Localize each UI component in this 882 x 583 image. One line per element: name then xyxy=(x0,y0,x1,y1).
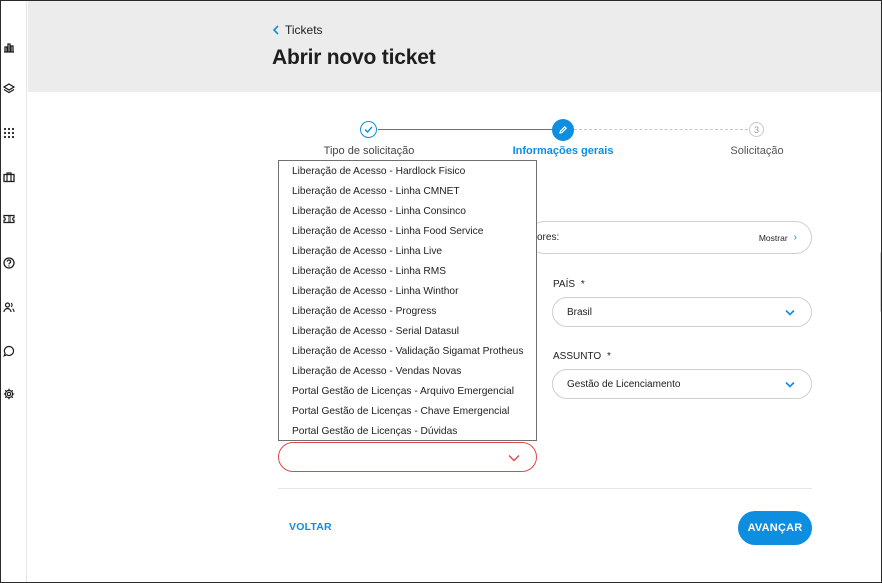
country-label: PAÍS * xyxy=(553,279,585,290)
main-content: 3 Tipo de solicitação Informações gerais… xyxy=(28,92,881,582)
show-button[interactable]: Mostrar › xyxy=(759,232,797,243)
dropdown-list: Liberação de Acesso - Hardlock Fisico Li… xyxy=(278,160,537,441)
stepper-line-pending xyxy=(574,129,748,130)
country-label-text: PAÍS xyxy=(553,279,576,290)
chevron-down-icon xyxy=(785,309,795,316)
step-1-label: Tipo de solicitação xyxy=(323,145,415,157)
breadcrumb-label: Tickets xyxy=(285,23,323,37)
check-icon xyxy=(364,126,373,133)
dropdown-option[interactable]: Liberação de Acesso - Linha RMS xyxy=(292,266,446,277)
dropdown-option[interactable]: Liberação de Acesso - Progress xyxy=(292,306,436,317)
ticket-icon[interactable] xyxy=(2,212,16,226)
step-2-label: Informações gerais xyxy=(512,145,614,157)
chevron-down-icon xyxy=(508,455,520,462)
dropdown-option[interactable]: Portal Gestão de Licenças - Dúvidas xyxy=(292,426,457,437)
dashboard-icon[interactable] xyxy=(2,40,16,54)
step-3-circle[interactable]: 3 xyxy=(749,122,764,137)
info-pill-text: ores: xyxy=(537,232,560,243)
chevron-down-icon xyxy=(785,381,795,388)
subject-label: ASSUNTO * xyxy=(553,351,611,362)
dropdown-option[interactable]: Liberação de Acesso - Validação Sigamat … xyxy=(292,346,523,357)
country-value: Brasil xyxy=(567,307,593,318)
dropdown-option[interactable]: Liberação de Acesso - Linha CMNET xyxy=(292,186,460,197)
users-icon[interactable] xyxy=(2,300,16,314)
required-select[interactable] xyxy=(278,442,537,472)
dropdown-option[interactable]: Liberação de Acesso - Hardlock Fisico xyxy=(292,166,465,177)
page-header: Tickets Abrir novo ticket xyxy=(28,1,881,92)
pencil-icon xyxy=(559,125,568,134)
show-label: Mostrar xyxy=(758,232,788,243)
dropdown-option[interactable]: Liberação de Acesso - Linha Live xyxy=(292,246,442,257)
apps-grid-icon[interactable] xyxy=(2,126,16,140)
subject-select[interactable]: Gestão de Licenciamento xyxy=(552,369,812,399)
settings-icon[interactable] xyxy=(2,387,16,401)
info-pill: ores: Mostrar › xyxy=(528,221,812,254)
subject-value: Gestão de Licenciamento xyxy=(567,379,681,390)
subject-label-text: ASSUNTO xyxy=(553,351,602,362)
chevron-right-icon: › xyxy=(793,232,797,243)
step-1-circle[interactable] xyxy=(360,121,377,138)
back-button[interactable]: VOLTAR xyxy=(289,521,332,533)
dropdown-option[interactable]: Liberação de Acesso - Vendas Novas xyxy=(292,366,461,377)
country-required-mark: * xyxy=(580,279,585,290)
dropdown-option[interactable]: Liberação de Acesso - Serial Datasul xyxy=(292,326,459,337)
country-select[interactable]: Brasil xyxy=(552,297,812,327)
app-frame: Tickets Abrir novo ticket 3 Tipo de soli… xyxy=(0,0,882,583)
divider xyxy=(278,488,812,489)
layers-icon[interactable] xyxy=(2,82,16,96)
help-icon[interactable] xyxy=(2,256,16,270)
chevron-left-icon xyxy=(272,25,279,35)
next-button[interactable]: AVANÇAR xyxy=(738,511,812,545)
sidebar xyxy=(1,1,27,582)
dropdown-option[interactable]: Portal Gestão de Licenças - Chave Emerge… xyxy=(292,406,509,417)
page-title: Abrir novo ticket xyxy=(272,46,436,69)
dropdown-option[interactable]: Liberação de Acesso - Linha Winthor xyxy=(292,286,459,297)
dropdown-option[interactable]: Liberação de Acesso - Linha Food Service xyxy=(292,226,483,237)
dropdown-option[interactable]: Portal Gestão de Licenças - Arquivo Emer… xyxy=(292,386,514,397)
breadcrumb-tickets[interactable]: Tickets xyxy=(272,23,323,37)
dropdown-option[interactable]: Liberação de Acesso - Linha Consinco xyxy=(292,206,466,217)
stepper-line-done xyxy=(378,129,552,130)
subject-required-mark: * xyxy=(606,351,611,362)
chat-icon[interactable] xyxy=(2,344,16,358)
step-3-label: Solicitação xyxy=(730,145,784,157)
step-2-circle[interactable] xyxy=(552,119,574,141)
briefcase-icon[interactable] xyxy=(2,170,16,184)
